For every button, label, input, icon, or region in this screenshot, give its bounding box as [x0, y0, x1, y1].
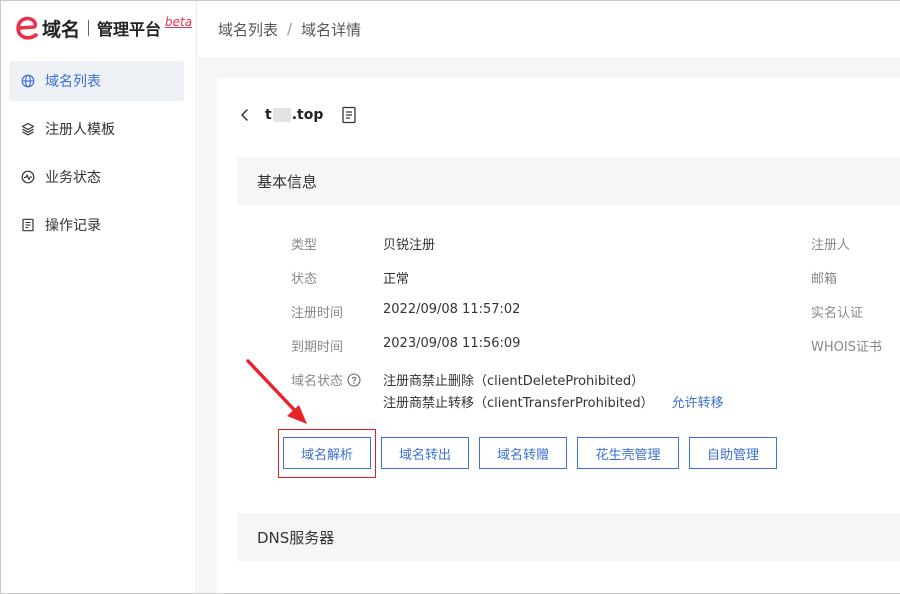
label-registration-time: 注册时间 [291, 306, 344, 321]
highlight-annotation-box [278, 429, 376, 478]
sidebar-item-domain-list[interactable]: 域名列表 [9, 61, 184, 101]
red-arrow-annotation [246, 359, 307, 424]
section-dns-servers: DNS服务器 [237, 513, 900, 561]
value-status-transfer-prohibited: 注册商禁止转移（clientTransferProhibited） [383, 396, 654, 411]
self-service-button[interactable]: 自助管理 [689, 437, 777, 469]
oray-management-button[interactable]: 花生壳管理 [577, 437, 679, 469]
value-expiration-time: 2023/09/08 11:56:09 [383, 336, 521, 351]
log-icon [22, 218, 34, 232]
back-arrow-icon[interactable] [237, 107, 253, 123]
document-icon[interactable] [341, 106, 357, 124]
label-whois-certificate: WHOIS证书 [811, 340, 882, 355]
sidebar-nav: 域名列表 注册人模板 业务状态 操作记录 [9, 61, 184, 253]
logo[interactable]: 域名 管理平台 beta [15, 13, 192, 43]
sidebar-item-label: 操作记录 [45, 218, 101, 234]
pulse-icon [21, 170, 35, 184]
label-type: 类型 [291, 238, 318, 253]
breadcrumb-item-domain-detail: 域名详情 [301, 20, 362, 39]
redacted-mask [272, 108, 291, 122]
sidebar-item-registrant-template[interactable]: 注册人模板 [9, 109, 184, 149]
value-registration-time: 2022/09/08 11:57:02 [383, 302, 521, 317]
sidebar-item-label: 域名列表 [45, 74, 101, 90]
gift-domain-button[interactable]: 域名转赠 [479, 437, 567, 469]
sidebar-item-label: 注册人模板 [45, 122, 115, 138]
breadcrumb: 域名列表 / 域名详情 [198, 1, 900, 57]
logo-name: 域名 [42, 18, 81, 41]
logo-platform: 管理平台 [97, 20, 162, 39]
transfer-out-button[interactable]: 域名转出 [381, 437, 469, 469]
breadcrumb-separator: / [287, 20, 293, 38]
layers-icon [21, 122, 35, 136]
domain-suffix: .top [291, 107, 324, 123]
section-basic-info: 基本信息 [237, 157, 900, 205]
value-status-transfer-prohibited-row: 注册商禁止转移（clientTransferProhibited） 允许转移 [383, 392, 724, 411]
beta-badge: beta [165, 15, 193, 29]
allow-transfer-link[interactable]: 允许转移 [672, 396, 724, 411]
globe-icon [21, 74, 35, 88]
domain-name: t .top [265, 107, 323, 123]
help-icon[interactable] [347, 373, 361, 387]
sidebar-item-operation-log[interactable]: 操作记录 [9, 205, 184, 245]
sidebar-item-label: 业务状态 [45, 170, 101, 186]
domain-title-row: t .top [237, 101, 357, 129]
label-registrant: 注册人 [811, 238, 851, 253]
sidebar-item-business-status[interactable]: 业务状态 [9, 157, 184, 197]
label-email: 邮箱 [811, 272, 838, 287]
breadcrumb-item-domain-list[interactable]: 域名列表 [218, 19, 278, 40]
logo-e-icon [16, 16, 38, 40]
label-status: 状态 [291, 272, 318, 287]
value-status-delete-prohibited: 注册商禁止删除（clientDeleteProhibited） [383, 374, 645, 389]
value-status: 正常 [383, 272, 410, 287]
label-real-name-verification: 实名认证 [811, 306, 864, 321]
logo-separator [88, 20, 90, 36]
value-type: 贝锐注册 [383, 238, 436, 253]
domain-prefix: t [265, 107, 272, 123]
sidebar: 域名 管理平台 beta 域名列表 注册人模板 业务状态 操作记录 [1, 1, 197, 593]
app-window: 域名 管理平台 beta 域名列表 注册人模板 业务状态 操作记录 域名列表 /… [0, 0, 900, 594]
